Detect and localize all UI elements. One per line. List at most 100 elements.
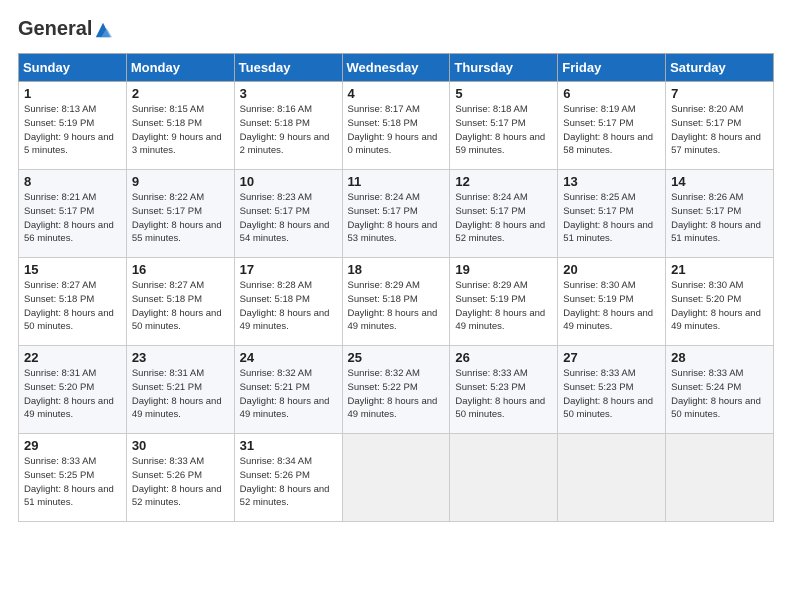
day-info: Sunrise: 8:33 AMSunset: 5:23 PMDaylight:… bbox=[455, 367, 552, 422]
logo-general: General bbox=[18, 18, 92, 41]
day-number: 17 bbox=[240, 262, 337, 277]
day-info: Sunrise: 8:32 AMSunset: 5:22 PMDaylight:… bbox=[348, 367, 445, 422]
header-day-wednesday: Wednesday bbox=[342, 54, 450, 82]
day-info: Sunrise: 8:19 AMSunset: 5:17 PMDaylight:… bbox=[563, 103, 660, 158]
header-day-thursday: Thursday bbox=[450, 54, 558, 82]
day-number: 30 bbox=[132, 438, 229, 453]
week-row-2: 8Sunrise: 8:21 AMSunset: 5:17 PMDaylight… bbox=[19, 170, 774, 258]
calendar-cell: 25 Sunrise: 8:32 AMSunset: 5:22 PMDayligh… bbox=[342, 346, 450, 434]
day-number: 21 bbox=[671, 262, 768, 277]
calendar-cell: 28 Sunrise: 8:33 AMSunset: 5:24 PMDayligh… bbox=[666, 346, 774, 434]
header-day-tuesday: Tuesday bbox=[234, 54, 342, 82]
day-info: Sunrise: 8:20 AMSunset: 5:17 PMDaylight:… bbox=[671, 103, 768, 158]
day-info: Sunrise: 8:30 AMSunset: 5:19 PMDaylight:… bbox=[563, 279, 660, 334]
calendar-cell: 1 Sunrise: 8:13 AMSunset: 5:19 PMDaylight… bbox=[19, 82, 127, 170]
calendar-cell: 21 Sunrise: 8:30 AMSunset: 5:20 PMDayligh… bbox=[666, 258, 774, 346]
calendar-cell: 12 Sunrise: 8:24 AMSunset: 5:17 PMDayligh… bbox=[450, 170, 558, 258]
logo-icon bbox=[94, 21, 112, 39]
calendar-cell: 2 Sunrise: 8:15 AMSunset: 5:18 PMDaylight… bbox=[126, 82, 234, 170]
calendar-cell: 5 Sunrise: 8:18 AMSunset: 5:17 PMDaylight… bbox=[450, 82, 558, 170]
day-number: 8 bbox=[24, 174, 121, 189]
day-info: Sunrise: 8:33 AMSunset: 5:23 PMDaylight:… bbox=[563, 367, 660, 422]
calendar-cell: 4 Sunrise: 8:17 AMSunset: 5:18 PMDaylight… bbox=[342, 82, 450, 170]
calendar-cell: 20 Sunrise: 8:30 AMSunset: 5:19 PMDayligh… bbox=[558, 258, 666, 346]
day-number: 9 bbox=[132, 174, 229, 189]
day-number: 15 bbox=[24, 262, 121, 277]
calendar-cell: 10 Sunrise: 8:23 AMSunset: 5:17 PMDayligh… bbox=[234, 170, 342, 258]
calendar-cell: 24 Sunrise: 8:32 AMSunset: 5:21 PMDayligh… bbox=[234, 346, 342, 434]
day-number: 10 bbox=[240, 174, 337, 189]
calendar-cell bbox=[450, 434, 558, 522]
day-info: Sunrise: 8:25 AMSunset: 5:17 PMDaylight:… bbox=[563, 191, 660, 246]
calendar-header: SundayMondayTuesdayWednesdayThursdayFrid… bbox=[19, 54, 774, 82]
day-info: Sunrise: 8:27 AMSunset: 5:18 PMDaylight:… bbox=[24, 279, 121, 334]
day-number: 4 bbox=[348, 86, 445, 101]
page-container: General SundayMondayTuesdayWednesdayThur… bbox=[0, 0, 792, 532]
day-number: 28 bbox=[671, 350, 768, 365]
day-info: Sunrise: 8:33 AMSunset: 5:26 PMDaylight:… bbox=[132, 455, 229, 510]
calendar-body: 1 Sunrise: 8:13 AMSunset: 5:19 PMDaylight… bbox=[19, 82, 774, 522]
day-number: 18 bbox=[348, 262, 445, 277]
day-info: Sunrise: 8:16 AMSunset: 5:18 PMDaylight:… bbox=[240, 103, 337, 158]
day-number: 24 bbox=[240, 350, 337, 365]
day-info: Sunrise: 8:27 AMSunset: 5:18 PMDaylight:… bbox=[132, 279, 229, 334]
day-number: 25 bbox=[348, 350, 445, 365]
calendar-cell: 15 Sunrise: 8:27 AMSunset: 5:18 PMDayligh… bbox=[19, 258, 127, 346]
day-info: Sunrise: 8:33 AMSunset: 5:24 PMDaylight:… bbox=[671, 367, 768, 422]
day-number: 23 bbox=[132, 350, 229, 365]
calendar-cell: 22Sunrise: 8:31 AMSunset: 5:20 PMDayligh… bbox=[19, 346, 127, 434]
calendar-cell bbox=[558, 434, 666, 522]
calendar-cell: 29 Sunrise: 8:33 AMSunset: 5:25 PMDayligh… bbox=[19, 434, 127, 522]
day-number: 26 bbox=[455, 350, 552, 365]
calendar: SundayMondayTuesdayWednesdayThursdayFrid… bbox=[18, 53, 774, 522]
day-info: Sunrise: 8:23 AMSunset: 5:17 PMDaylight:… bbox=[240, 191, 337, 246]
calendar-cell: 11Sunrise: 8:24 AMSunset: 5:17 PMDayligh… bbox=[342, 170, 450, 258]
calendar-cell bbox=[666, 434, 774, 522]
calendar-cell: 14Sunrise: 8:26 AMSunset: 5:17 PMDayligh… bbox=[666, 170, 774, 258]
calendar-cell: 3 Sunrise: 8:16 AMSunset: 5:18 PMDaylight… bbox=[234, 82, 342, 170]
day-number: 5 bbox=[455, 86, 552, 101]
day-info: Sunrise: 8:13 AMSunset: 5:19 PMDaylight:… bbox=[24, 103, 121, 158]
calendar-cell: 16 Sunrise: 8:27 AMSunset: 5:18 PMDayligh… bbox=[126, 258, 234, 346]
day-info: Sunrise: 8:17 AMSunset: 5:18 PMDaylight:… bbox=[348, 103, 445, 158]
day-info: Sunrise: 8:18 AMSunset: 5:17 PMDaylight:… bbox=[455, 103, 552, 158]
header-day-monday: Monday bbox=[126, 54, 234, 82]
day-number: 12 bbox=[455, 174, 552, 189]
week-row-4: 22Sunrise: 8:31 AMSunset: 5:20 PMDayligh… bbox=[19, 346, 774, 434]
day-number: 3 bbox=[240, 86, 337, 101]
calendar-cell: 27 Sunrise: 8:33 AMSunset: 5:23 PMDayligh… bbox=[558, 346, 666, 434]
calendar-cell bbox=[342, 434, 450, 522]
day-number: 13 bbox=[563, 174, 660, 189]
day-info: Sunrise: 8:33 AMSunset: 5:25 PMDaylight:… bbox=[24, 455, 121, 510]
day-info: Sunrise: 8:30 AMSunset: 5:20 PMDaylight:… bbox=[671, 279, 768, 334]
day-number: 16 bbox=[132, 262, 229, 277]
calendar-cell: 13 Sunrise: 8:25 AMSunset: 5:17 PMDayligh… bbox=[558, 170, 666, 258]
calendar-cell: 19Sunrise: 8:29 AMSunset: 5:19 PMDayligh… bbox=[450, 258, 558, 346]
header-day-sunday: Sunday bbox=[19, 54, 127, 82]
day-info: Sunrise: 8:24 AMSunset: 5:17 PMDaylight:… bbox=[348, 191, 445, 246]
day-number: 6 bbox=[563, 86, 660, 101]
calendar-cell: 17 Sunrise: 8:28 AMSunset: 5:18 PMDayligh… bbox=[234, 258, 342, 346]
calendar-cell: 6 Sunrise: 8:19 AMSunset: 5:17 PMDaylight… bbox=[558, 82, 666, 170]
day-number: 2 bbox=[132, 86, 229, 101]
day-number: 29 bbox=[24, 438, 121, 453]
calendar-cell: 23Sunrise: 8:31 AMSunset: 5:21 PMDayligh… bbox=[126, 346, 234, 434]
day-number: 1 bbox=[24, 86, 121, 101]
day-number: 7 bbox=[671, 86, 768, 101]
day-info: Sunrise: 8:32 AMSunset: 5:21 PMDaylight:… bbox=[240, 367, 337, 422]
week-row-3: 15 Sunrise: 8:27 AMSunset: 5:18 PMDayligh… bbox=[19, 258, 774, 346]
week-row-5: 29 Sunrise: 8:33 AMSunset: 5:25 PMDayligh… bbox=[19, 434, 774, 522]
day-info: Sunrise: 8:15 AMSunset: 5:18 PMDaylight:… bbox=[132, 103, 229, 158]
day-info: Sunrise: 8:24 AMSunset: 5:17 PMDaylight:… bbox=[455, 191, 552, 246]
day-info: Sunrise: 8:22 AMSunset: 5:17 PMDaylight:… bbox=[132, 191, 229, 246]
day-info: Sunrise: 8:28 AMSunset: 5:18 PMDaylight:… bbox=[240, 279, 337, 334]
calendar-cell: 8Sunrise: 8:21 AMSunset: 5:17 PMDaylight… bbox=[19, 170, 127, 258]
header-day-friday: Friday bbox=[558, 54, 666, 82]
day-number: 20 bbox=[563, 262, 660, 277]
day-number: 31 bbox=[240, 438, 337, 453]
day-number: 27 bbox=[563, 350, 660, 365]
calendar-cell: 30 Sunrise: 8:33 AMSunset: 5:26 PMDayligh… bbox=[126, 434, 234, 522]
day-info: Sunrise: 8:29 AMSunset: 5:18 PMDaylight:… bbox=[348, 279, 445, 334]
day-number: 19 bbox=[455, 262, 552, 277]
day-number: 22 bbox=[24, 350, 121, 365]
